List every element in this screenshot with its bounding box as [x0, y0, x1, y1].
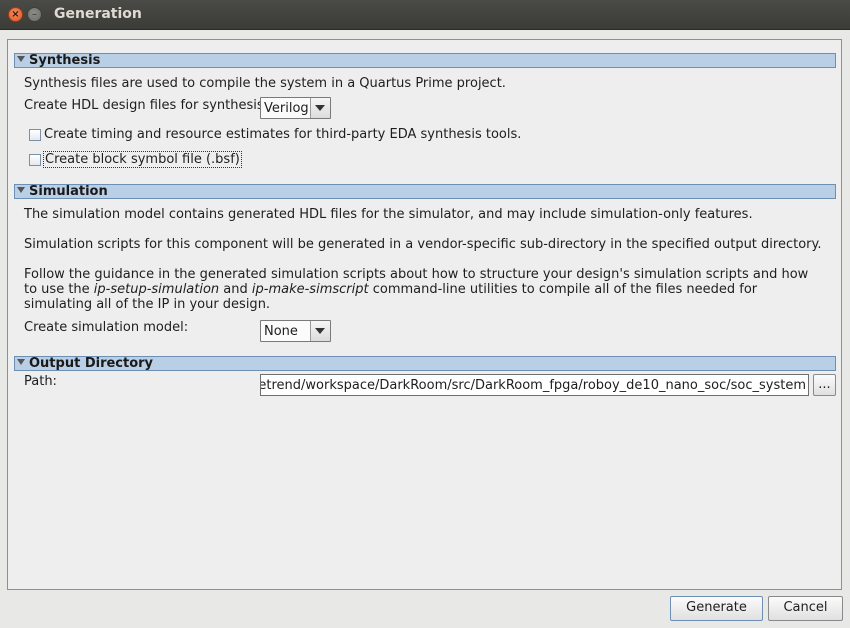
path-label: Path:	[24, 374, 57, 389]
block-symbol-checkbox[interactable]	[29, 154, 41, 166]
generate-button[interactable]: Generate	[670, 596, 763, 621]
simulation-model-select[interactable]: None	[260, 320, 331, 342]
path-value: /home/letrend/workspace/DarkRoom/src/Dar…	[260, 378, 806, 393]
path-input[interactable]: /home/letrend/workspace/DarkRoom/src/Dar…	[260, 374, 809, 396]
synthesis-section-header[interactable]: Synthesis	[14, 53, 836, 68]
browse-button[interactable]: ...	[813, 374, 836, 396]
close-window-button[interactable]: ×	[8, 7, 23, 22]
synthesis-header-label: Synthesis	[29, 53, 101, 68]
synthesis-description: Synthesis files are used to compile the …	[24, 76, 506, 91]
block-symbol-label[interactable]: Create block symbol file (.bsf)	[43, 151, 242, 168]
collapse-triangle-icon[interactable]	[17, 56, 25, 62]
hdl-language-select[interactable]: Verilog	[260, 97, 331, 119]
window-title: Generation	[54, 6, 142, 22]
generation-panel: Synthesis Synthesis files are used to co…	[7, 39, 842, 590]
simulation-para-2: Simulation scripts for this component wi…	[24, 237, 822, 252]
simulation-para-1: The simulation model contains generated …	[24, 207, 753, 222]
title-bar: × – Generation	[0, 0, 850, 30]
output-directory-section-header[interactable]: Output Directory	[14, 356, 836, 371]
collapse-triangle-icon[interactable]	[17, 187, 25, 193]
para3-ip-make-simscript: ip-make-simscript	[251, 282, 369, 297]
hdl-design-files-label: Create HDL design files for synthesis:	[24, 98, 269, 113]
simulation-para-3: Follow the guidance in the generated sim…	[24, 267, 814, 312]
dropdown-arrow-icon[interactable]	[310, 321, 330, 341]
timing-estimates-checkbox[interactable]	[29, 129, 41, 141]
hdl-language-value: Verilog	[264, 101, 309, 116]
simulation-header-label: Simulation	[29, 184, 108, 199]
cancel-button[interactable]: Cancel	[768, 596, 843, 621]
simulation-model-value: None	[264, 324, 298, 339]
simulation-section-header[interactable]: Simulation	[14, 184, 836, 199]
simulation-model-label: Create simulation model:	[24, 320, 189, 335]
dropdown-arrow-icon[interactable]	[310, 98, 330, 118]
collapse-triangle-icon[interactable]	[17, 359, 25, 365]
timing-estimates-label[interactable]: Create timing and resource estimates for…	[44, 127, 521, 142]
para3-ip-setup-simulation: ip-setup-simulation	[93, 282, 220, 297]
para3-text-c: and	[219, 282, 252, 297]
minimize-window-button[interactable]: –	[27, 7, 42, 22]
output-directory-header-label: Output Directory	[29, 356, 154, 371]
